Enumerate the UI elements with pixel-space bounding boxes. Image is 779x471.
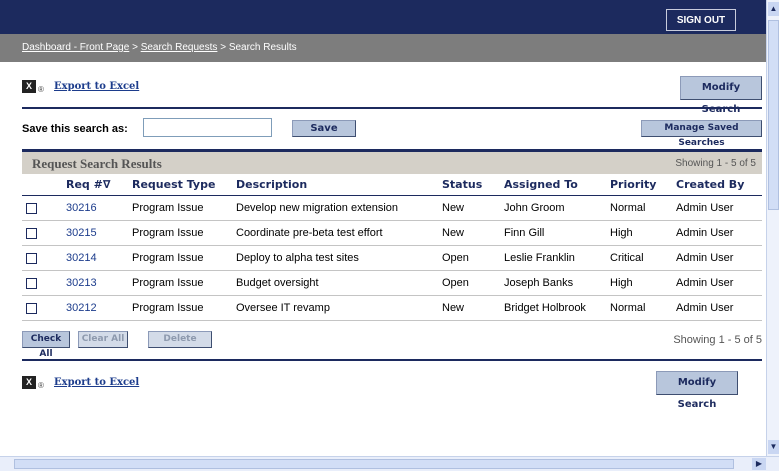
breadcrumb-current: Search Results (228, 42, 297, 53)
save-button[interactable]: Save (292, 120, 356, 137)
breadcrumb-separator: > (220, 42, 227, 53)
status: Open (438, 270, 500, 296)
created-by: Admin User (672, 245, 762, 271)
breadcrumb-search-requests-link[interactable]: Search Requests (141, 42, 218, 53)
created-by: Admin User (672, 220, 762, 246)
description: Budget oversight (232, 270, 438, 296)
description: Develop new migration extension (232, 195, 438, 221)
description: Coordinate pre-beta test effort (232, 220, 438, 246)
excel-icon[interactable]: X (22, 376, 36, 389)
table-row: 30213 Program Issue Budget oversight Ope… (22, 270, 762, 296)
column-request-type[interactable]: Request Type (128, 174, 232, 196)
row-checkbox[interactable] (26, 253, 37, 264)
table-row: 30212 Program Issue Oversee IT revamp Ne… (22, 295, 762, 321)
description: Oversee IT revamp (232, 295, 438, 321)
row-checkbox[interactable] (26, 303, 37, 314)
assigned-to: Finn Gill (500, 220, 606, 246)
req-number-link[interactable]: 30214 (62, 245, 128, 271)
breadcrumb: Dashboard - Front Page > Search Requests… (22, 42, 297, 53)
breadcrumb-separator: > (132, 42, 138, 53)
table-row: 30214 Program Issue Deploy to alpha test… (22, 245, 762, 271)
request-type: Program Issue (128, 195, 232, 221)
priority: Normal (606, 195, 672, 221)
column-assigned-to[interactable]: Assigned To (500, 174, 606, 196)
modify-search-button[interactable]: Modify Search (680, 76, 762, 115)
description: Deploy to alpha test sites (232, 245, 438, 271)
status: New (438, 220, 500, 246)
breadcrumb-bar: Dashboard - Front Page > Search Requests… (0, 34, 766, 62)
scroll-right-icon[interactable]: ▶ (752, 458, 766, 470)
created-by: Admin User (672, 195, 762, 221)
req-number-link[interactable]: 30216 (62, 195, 128, 221)
row-checkbox[interactable] (26, 278, 37, 289)
created-by: Admin User (672, 295, 762, 321)
top-bar: SIGN OUT (0, 0, 766, 34)
excel-icon[interactable]: X (22, 80, 36, 93)
registered-mark: ® (38, 85, 44, 94)
scroll-down-icon[interactable]: ▼ (768, 440, 779, 454)
export-to-excel-link[interactable]: Export to Excel (54, 377, 139, 388)
priority: High (606, 270, 672, 296)
scroll-thumb[interactable] (768, 20, 779, 210)
column-status[interactable]: Status (438, 174, 500, 196)
assigned-to: John Groom (500, 195, 606, 221)
results-count: Showing 1 - 5 of 5 (675, 158, 756, 169)
bottom-results-count: Showing 1 - 5 of 5 (673, 334, 762, 346)
priority: Critical (606, 245, 672, 271)
column-description[interactable]: Description (232, 174, 438, 196)
req-number-link[interactable]: 30212 (62, 295, 128, 321)
req-number-link[interactable]: 30215 (62, 220, 128, 246)
request-type: Program Issue (128, 220, 232, 246)
vertical-scrollbar[interactable]: ▲ ▼ (766, 0, 779, 456)
save-search-label: Save this search as: (22, 123, 128, 135)
req-number-link[interactable]: 30213 (62, 270, 128, 296)
sign-out-button[interactable]: SIGN OUT (666, 9, 736, 31)
clear-all-button[interactable]: Clear All (78, 331, 128, 348)
column-created-by[interactable]: Created By (672, 174, 762, 196)
assigned-to: Bridget Holbrook (500, 295, 606, 321)
request-type: Program Issue (128, 245, 232, 271)
request-search-results: Request Search Results Showing 1 - 5 of … (22, 149, 762, 321)
results-header: Request Search Results Showing 1 - 5 of … (22, 149, 762, 174)
assigned-to: Joseph Banks (500, 270, 606, 296)
save-search-input[interactable] (143, 118, 272, 137)
breadcrumb-dashboard-link[interactable]: Dashboard - Front Page (22, 42, 129, 53)
registered-mark: ® (38, 381, 44, 390)
manage-saved-searches-button[interactable]: Manage Saved Searches (641, 120, 762, 148)
delete-button[interactable]: Delete (148, 331, 212, 348)
status: New (438, 295, 500, 321)
results-table: Req #∇ Request Type Description Status A… (22, 174, 762, 321)
select-column-header (22, 174, 62, 196)
scroll-up-icon[interactable]: ▲ (768, 2, 779, 16)
priority: Normal (606, 295, 672, 321)
request-type: Program Issue (128, 270, 232, 296)
column-priority[interactable]: Priority (606, 174, 672, 196)
column-req-number[interactable]: Req #∇ (62, 174, 128, 196)
created-by: Admin User (672, 270, 762, 296)
priority: High (606, 220, 672, 246)
scroll-thumb[interactable] (14, 459, 734, 469)
horizontal-scrollbar[interactable]: ▶ (0, 456, 779, 471)
status: New (438, 195, 500, 221)
check-all-button[interactable]: Check All (22, 331, 70, 359)
row-checkbox[interactable] (26, 228, 37, 239)
results-title: Request Search Results (32, 156, 162, 171)
modify-search-button[interactable]: Modify Search (656, 371, 738, 410)
request-type: Program Issue (128, 295, 232, 321)
divider (22, 107, 762, 109)
row-checkbox[interactable] (26, 203, 37, 214)
export-to-excel-link[interactable]: Export to Excel (54, 81, 139, 92)
table-header-row: Req #∇ Request Type Description Status A… (22, 174, 762, 196)
table-row: 30216 Program Issue Develop new migratio… (22, 195, 762, 221)
status: Open (438, 245, 500, 271)
assigned-to: Leslie Franklin (500, 245, 606, 271)
divider (22, 359, 762, 361)
table-row: 30215 Program Issue Coordinate pre-beta … (22, 220, 762, 246)
